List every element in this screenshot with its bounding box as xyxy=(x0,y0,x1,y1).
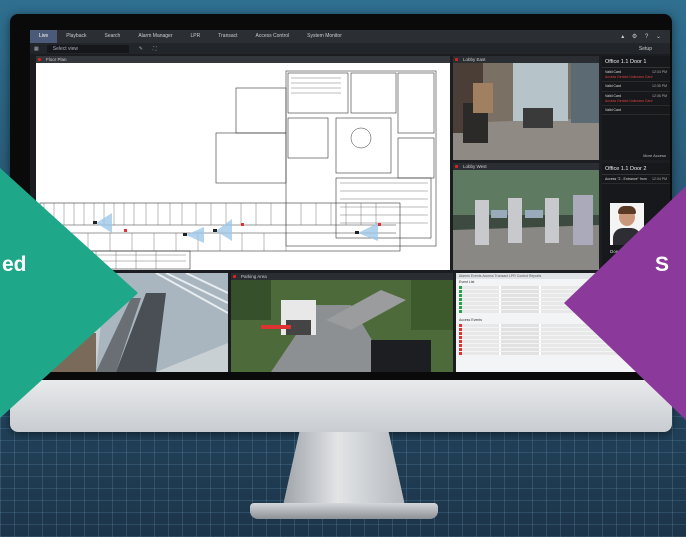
door-name: Office 1.1 Door 1 xyxy=(602,56,670,68)
camera-feed-parking xyxy=(231,280,453,372)
camera-title: Lobby East xyxy=(453,56,599,63)
access-events-panel: Office 1.1 Door 1 Valid Card 12:34 PM Acc… xyxy=(602,56,670,160)
toolbar: ▦ Select view ✎ ⛶ Setup xyxy=(30,43,670,54)
floor-plan-drawing xyxy=(39,70,437,270)
camera-feed-gates xyxy=(453,170,599,270)
camera-view-lobby-west[interactable]: Lobby West xyxy=(453,163,599,270)
camera-view-parking[interactable]: Parking Area xyxy=(231,273,453,372)
pin-icon[interactable]: ✎ xyxy=(139,46,143,52)
recording-dot xyxy=(233,275,236,278)
access-request: Access "2 - Entrance" from 12:34 PM xyxy=(602,175,670,184)
tab-live[interactable]: Live xyxy=(30,30,58,43)
floor-plan-pane[interactable]: Floor Plan xyxy=(36,56,450,270)
access-event[interactable]: Valid Card 12:36 PM Access Denied Unknown… xyxy=(602,92,670,106)
tab-playback[interactable]: Playback xyxy=(57,30,95,43)
camera-view-lobby-east[interactable]: Lobby East xyxy=(453,56,599,160)
tab-lpr[interactable]: LPR xyxy=(182,30,210,43)
right-overlay-label: S xyxy=(655,253,670,276)
tab-access-control[interactable]: Access Control xyxy=(247,30,299,43)
tab-search[interactable]: Search xyxy=(95,30,129,43)
more-access-button[interactable]: More Access xyxy=(643,153,666,158)
tab-alarm-manager[interactable]: Alarm Manager xyxy=(129,30,181,43)
recording-dot xyxy=(455,58,458,61)
recording-dot xyxy=(455,165,458,168)
camera-title: Lobby West xyxy=(453,163,599,170)
door-name: Office 1.1 Door 2 xyxy=(602,163,670,175)
left-overlay-label: ed xyxy=(2,253,27,276)
camera-title: Parking Area xyxy=(231,273,453,280)
monitor-base xyxy=(250,503,438,519)
access-event[interactable]: Valid Card 12:35 PM xyxy=(602,82,670,92)
monitor-chin xyxy=(10,380,672,432)
access-event[interactable]: Valid Card 12:34 PM Access Denied Unknown… xyxy=(602,68,670,82)
view-select[interactable]: Select view xyxy=(46,44,129,53)
main-nav: Live Playback Search Alarm Manager LPR T… xyxy=(30,30,670,43)
window-controls[interactable]: ▴ ⚙ ? ⌄ xyxy=(621,33,670,40)
camera-feed-lobby xyxy=(453,63,599,160)
layout-icon[interactable]: ▦ xyxy=(34,46,39,52)
floor-plan-title: Floor Plan xyxy=(36,56,450,63)
screen: Live Playback Search Alarm Manager LPR T… xyxy=(30,30,670,372)
status-dot xyxy=(38,58,41,61)
tab-transact[interactable]: Transact xyxy=(209,30,246,43)
access-event[interactable]: Valid Card xyxy=(602,106,670,115)
monitor-stand xyxy=(282,432,406,510)
tab-system-monitor[interactable]: System Monitor xyxy=(298,30,351,43)
setup-button[interactable]: Setup xyxy=(639,46,652,52)
fullscreen-icon[interactable]: ⛶ xyxy=(153,46,157,52)
